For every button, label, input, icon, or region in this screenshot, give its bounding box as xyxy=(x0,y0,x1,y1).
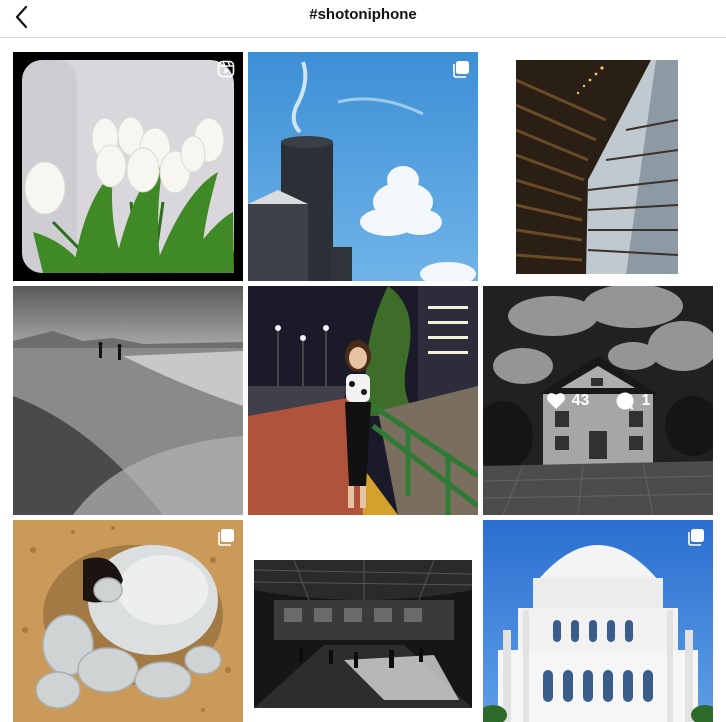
post-tile-house[interactable]: 43 1 xyxy=(483,286,713,515)
post-tile-beach[interactable] xyxy=(13,286,243,515)
post-tile-tulips[interactable] xyxy=(13,52,243,281)
tulips-image xyxy=(13,52,243,281)
post-tile-woman[interactable] xyxy=(248,286,478,515)
post-tile-station[interactable] xyxy=(254,560,472,708)
post-tile-building[interactable] xyxy=(516,60,678,274)
page-title: #shotoniphone xyxy=(309,6,417,23)
comments-stat: 1 xyxy=(615,391,650,411)
station-image xyxy=(254,560,472,708)
post-tile-temple[interactable] xyxy=(483,520,713,722)
reels-icon xyxy=(217,60,235,78)
carousel-icon xyxy=(688,529,704,546)
heart-icon xyxy=(546,392,565,409)
comments-count: 1 xyxy=(641,391,651,409)
woman-image xyxy=(248,286,478,515)
hover-overlay: 43 1 xyxy=(483,286,713,515)
beach-image xyxy=(13,286,243,515)
temple-image xyxy=(483,520,713,722)
post-tile-silos[interactable] xyxy=(248,52,478,281)
crab-image xyxy=(13,520,243,722)
top-bar: #shotoniphone xyxy=(0,0,726,36)
building-image xyxy=(516,60,678,274)
post-tile-crab[interactable] xyxy=(13,520,243,722)
carousel-icon xyxy=(453,61,469,78)
carousel-icon xyxy=(218,529,234,546)
likes-stat: 43 xyxy=(546,391,590,411)
likes-count: 43 xyxy=(571,391,590,409)
header-divider xyxy=(0,37,726,38)
comment-icon xyxy=(616,391,635,409)
silos-image xyxy=(248,52,478,281)
